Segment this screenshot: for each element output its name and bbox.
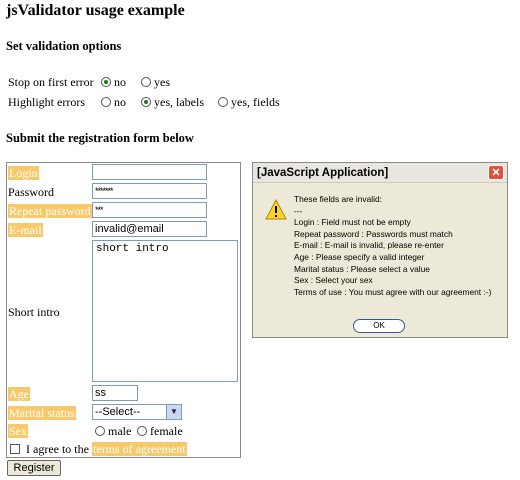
dialog-line: Marital status : Please select a value <box>294 263 430 274</box>
marital-status-select[interactable]: --Select-- ▼ <box>92 404 182 420</box>
age-label: Age <box>8 387 30 401</box>
dialog-line: E-mail : E-mail is invalid, please re-en… <box>294 240 444 251</box>
password-input[interactable]: ******* <box>92 183 207 199</box>
agree-label: I agree to the <box>26 442 89 456</box>
dialog-line: --- <box>294 205 303 216</box>
warning-icon <box>265 199 287 220</box>
dialog-line: Sex : Select your sex <box>294 275 373 286</box>
marital-status-value: --Select-- <box>95 406 141 418</box>
highlight-fields-radio[interactable] <box>218 97 228 107</box>
javascript-alert-dialog: [JavaScript Application] ✕ These fields … <box>252 162 508 338</box>
stop-yes-label: yes <box>154 75 170 89</box>
repeat-password-label: Repeat password <box>8 204 92 218</box>
agree-checkbox[interactable] <box>10 444 20 454</box>
dialog-line: Terms of use : You must agree with our a… <box>294 286 492 297</box>
dialog-line: Age : Please specify a valid integer <box>294 251 425 262</box>
sex-label: Sex <box>8 424 28 438</box>
highlight-fields-label: yes, fields <box>231 95 280 109</box>
short-intro-textarea[interactable]: short intro <box>92 240 238 382</box>
close-icon[interactable]: ✕ <box>488 165 504 180</box>
password-label: Password <box>8 185 55 199</box>
dialog-message: These fields are invalid: --- Login : Fi… <box>294 194 491 298</box>
chevron-down-icon[interactable]: ▼ <box>166 405 181 419</box>
sex-male-radio[interactable] <box>95 426 105 436</box>
sex-female-radio[interactable] <box>137 426 147 436</box>
email-input[interactable]: invalid@email <box>92 221 207 237</box>
highlight-no-radio[interactable] <box>101 97 111 107</box>
short-intro-label: Short intro <box>8 305 60 319</box>
sex-female-label: female <box>150 424 183 438</box>
stop-no-radio[interactable] <box>101 77 111 87</box>
page-title: jsValidator usage example <box>6 2 185 19</box>
stop-on-first-error-label: Stop on first error <box>8 75 94 89</box>
form-heading: Submit the registration form below <box>6 131 194 145</box>
email-label: E-mail <box>8 223 43 237</box>
age-input[interactable]: ss <box>92 385 138 401</box>
terms-of-agreement-link[interactable]: terms of agreement <box>92 442 187 457</box>
login-label: Login <box>8 166 39 180</box>
dialog-line: Repeat password : Passwords must match <box>294 228 453 239</box>
register-button[interactable]: Register <box>7 460 61 476</box>
stop-yes-radio[interactable] <box>141 77 151 87</box>
ok-button[interactable]: OK <box>353 319 405 333</box>
dialog-title: [JavaScript Application] <box>253 163 507 183</box>
marital-status-label: Marital status <box>8 406 76 420</box>
dialog-line: Login : Field must not be empty <box>294 217 411 228</box>
sex-male-label: male <box>108 424 132 438</box>
login-input[interactable] <box>92 164 207 180</box>
options-heading: Set validation options <box>6 39 122 53</box>
stop-no-label: no <box>114 75 126 89</box>
highlight-no-label: no <box>114 95 126 109</box>
highlight-labels-label: yes, labels <box>154 95 204 109</box>
highlight-labels-radio[interactable] <box>141 97 151 107</box>
dialog-line: These fields are invalid: <box>294 194 382 204</box>
repeat-password-input[interactable]: *** <box>92 202 207 218</box>
highlight-errors-label: Highlight errors <box>8 95 85 109</box>
